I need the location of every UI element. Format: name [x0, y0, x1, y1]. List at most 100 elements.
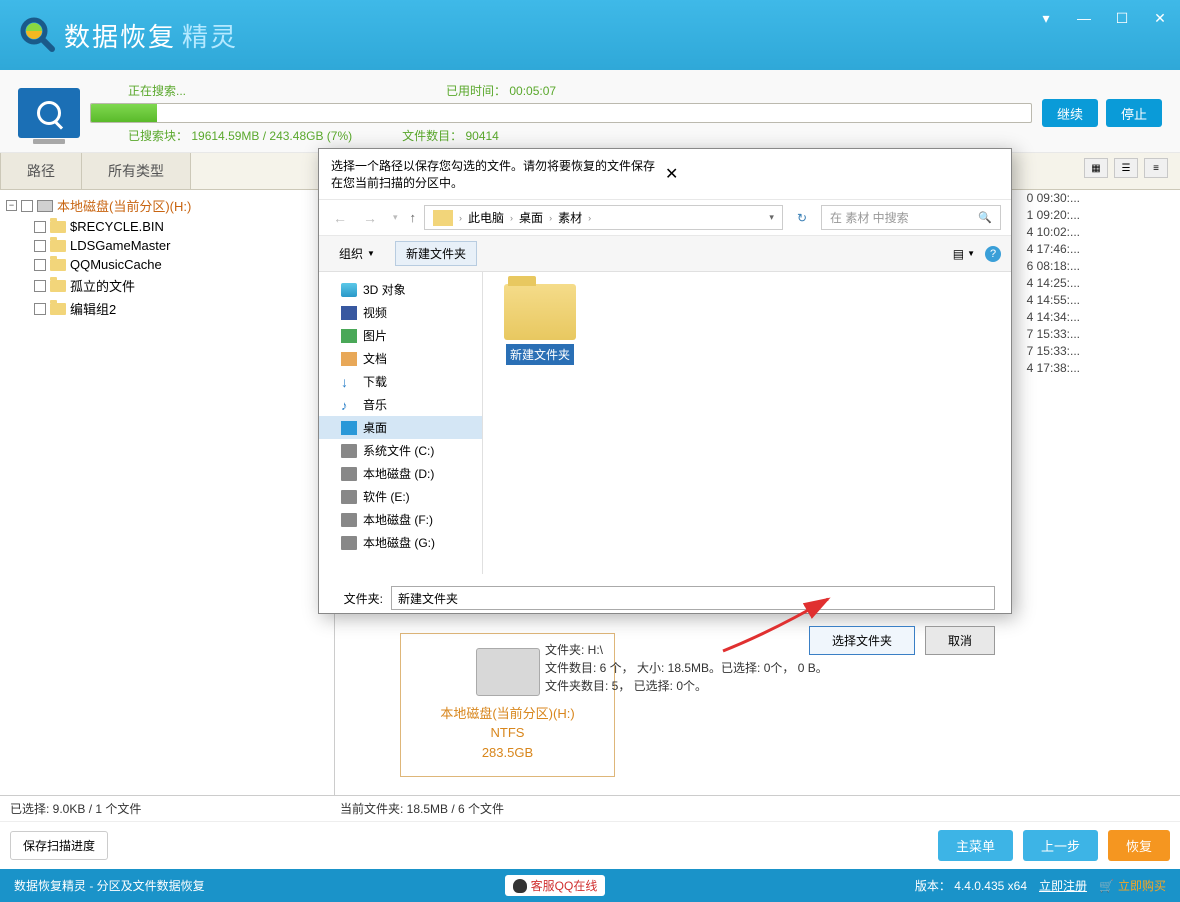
dialog-tree-item[interactable]: ↓下载: [319, 370, 482, 393]
view-icon: ▤: [953, 247, 964, 261]
prev-button[interactable]: 上一步: [1023, 830, 1098, 861]
organize-button[interactable]: 组织▼: [329, 242, 385, 265]
timestamp: 4 17:38:...: [1027, 360, 1080, 377]
qq-label: 客服QQ在线: [531, 877, 598, 894]
refresh-icon[interactable]: ↻: [791, 211, 813, 225]
dialog-tree-label: 图片: [363, 327, 387, 344]
folder-icon: [50, 259, 66, 271]
dialog-title: 选择一个路径以保存您勾选的文件。请勿将要恢复的文件保存在您当前扫描的分区中。: [331, 157, 659, 191]
folder-item[interactable]: 新建文件夹: [495, 284, 585, 365]
cart-icon: 🛒: [1099, 879, 1114, 893]
window-controls: ▾ — ☐ ✕: [1036, 10, 1170, 27]
checkbox[interactable]: [34, 240, 46, 252]
checkbox[interactable]: [34, 303, 46, 315]
checkbox[interactable]: [21, 200, 33, 212]
timestamp: 7 15:33:...: [1027, 343, 1080, 360]
version-value: 4.4.0.435 x64: [954, 879, 1027, 893]
current-folder-status: 当前文件夹: 18.5MB / 6 个文件: [340, 800, 504, 817]
dialog-tree-item[interactable]: 桌面: [319, 416, 482, 439]
nav-up-icon[interactable]: ↑: [410, 210, 417, 225]
help-icon[interactable]: ?: [985, 246, 1001, 262]
tree-item[interactable]: QQMusicCache: [0, 255, 334, 274]
save-progress-button[interactable]: 保存扫描进度: [10, 831, 108, 860]
collapse-icon[interactable]: −: [6, 200, 17, 211]
breadcrumb-bar[interactable]: › 此电脑 › 桌面 › 素材 › ▾: [424, 205, 783, 230]
scan-info: 正在搜索... 已用时间： 00:05:07 已搜索块： 19614.59MB …: [90, 82, 1032, 144]
bottom-bar: 数据恢复精灵 - 分区及文件数据恢复 客服QQ在线 版本： 4.4.0.435 …: [0, 869, 1180, 902]
search-input[interactable]: 在 素材 中搜索 🔍: [821, 205, 1001, 230]
main-menu-button[interactable]: 主菜单: [938, 830, 1013, 861]
tree-item[interactable]: 编辑组2: [0, 297, 334, 320]
folder-name-edit[interactable]: 新建文件夹: [506, 344, 574, 365]
dialog-tree-item[interactable]: 视频: [319, 301, 482, 324]
qq-support-badge[interactable]: 客服QQ在线: [505, 875, 606, 896]
view-large-icons-button[interactable]: ▦: [1084, 158, 1108, 178]
tree-item[interactable]: LDSGameMaster: [0, 236, 334, 255]
search-placeholder: 在 素材 中搜索: [830, 209, 909, 226]
minimize-icon[interactable]: —: [1074, 10, 1094, 27]
idesk-icon: [341, 421, 357, 435]
checkbox[interactable]: [34, 259, 46, 271]
idrv-icon: [341, 490, 357, 504]
folder-icon: [50, 303, 66, 315]
organize-label: 组织: [339, 245, 363, 262]
tree-root[interactable]: − 本地磁盘(当前分区)(H:): [0, 194, 334, 217]
folder-tree: − 本地磁盘(当前分区)(H:) $RECYCLE.BIN LDSGameMas…: [0, 190, 335, 795]
maximize-icon[interactable]: ☐: [1112, 10, 1132, 27]
dropdown-icon[interactable]: ▾: [1036, 10, 1056, 27]
chevron-right-icon: ›: [459, 213, 462, 223]
tab-path[interactable]: 路径: [0, 153, 82, 189]
cancel-button[interactable]: 取消: [925, 626, 995, 655]
dialog-tree-item[interactable]: 软件 (E:): [319, 485, 482, 508]
tree-item-label: $RECYCLE.BIN: [70, 219, 164, 234]
tree-root-label: 本地磁盘(当前分区)(H:): [57, 196, 191, 215]
dialog-tree-item[interactable]: 本地磁盘 (G:): [319, 531, 482, 554]
dialog-close-button[interactable]: ✕: [659, 164, 999, 184]
checkbox[interactable]: [34, 221, 46, 233]
dialog-tree-item[interactable]: 文档: [319, 347, 482, 370]
ivid-icon: [341, 306, 357, 320]
dialog-tree-label: 系统文件 (C:): [363, 442, 434, 459]
continue-button[interactable]: 继续: [1042, 99, 1098, 127]
dialog-tree-item[interactable]: 系统文件 (C:): [319, 439, 482, 462]
buy-link[interactable]: 🛒立即购买: [1099, 877, 1166, 894]
tree-item[interactable]: $RECYCLE.BIN: [0, 217, 334, 236]
dialog-tree-label: 下载: [363, 373, 387, 390]
progress-bar: [90, 103, 1032, 123]
chevron-right-icon: ›: [510, 213, 513, 223]
checkbox[interactable]: [34, 280, 46, 292]
idrv-icon: [341, 444, 357, 458]
file-field-input[interactable]: [391, 586, 995, 610]
tab-all-types[interactable]: 所有类型: [82, 153, 191, 189]
drive-card-size: 283.5GB: [409, 743, 606, 763]
new-folder-button[interactable]: 新建文件夹: [395, 241, 477, 266]
nav-back-icon[interactable]: ←: [329, 210, 351, 226]
breadcrumb-item[interactable]: 此电脑: [468, 209, 504, 226]
timestamp: 0 09:30:...: [1027, 190, 1080, 207]
dialog-toolbar: 组织▼ 新建文件夹 ▤▼ ?: [319, 236, 1011, 272]
dialog-content: 新建文件夹: [483, 272, 1011, 574]
elapsed-label: 已用时间：: [446, 84, 506, 98]
view-list-button[interactable]: ≡: [1144, 158, 1168, 178]
chevron-down-icon[interactable]: ▾: [769, 212, 774, 223]
dialog-tree-item[interactable]: 3D 对象: [319, 278, 482, 301]
dialog-tree-item[interactable]: ♪音乐: [319, 393, 482, 416]
breadcrumb-item[interactable]: 素材: [558, 209, 582, 226]
dialog-tree-item[interactable]: 本地磁盘 (F:): [319, 508, 482, 531]
dialog-tree-item[interactable]: 图片: [319, 324, 482, 347]
nav-history-icon[interactable]: ▾: [389, 212, 402, 223]
folder-icon: [504, 284, 576, 340]
stop-button[interactable]: 停止: [1106, 99, 1162, 127]
dialog-tree-item[interactable]: 本地磁盘 (D:): [319, 462, 482, 485]
select-folder-button[interactable]: 选择文件夹: [809, 626, 915, 655]
view-mode-button[interactable]: ▤▼: [953, 247, 975, 261]
search-icon: 🔍: [978, 211, 992, 224]
recover-button[interactable]: 恢复: [1108, 830, 1170, 861]
tree-item[interactable]: 孤立的文件: [0, 274, 334, 297]
register-link[interactable]: 立即注册: [1039, 877, 1087, 894]
nav-forward-icon[interactable]: →: [359, 210, 381, 226]
timestamp: 4 14:34:...: [1027, 309, 1080, 326]
view-details-button[interactable]: ☰: [1114, 158, 1138, 178]
breadcrumb-item[interactable]: 桌面: [519, 209, 543, 226]
close-icon[interactable]: ✕: [1150, 10, 1170, 27]
